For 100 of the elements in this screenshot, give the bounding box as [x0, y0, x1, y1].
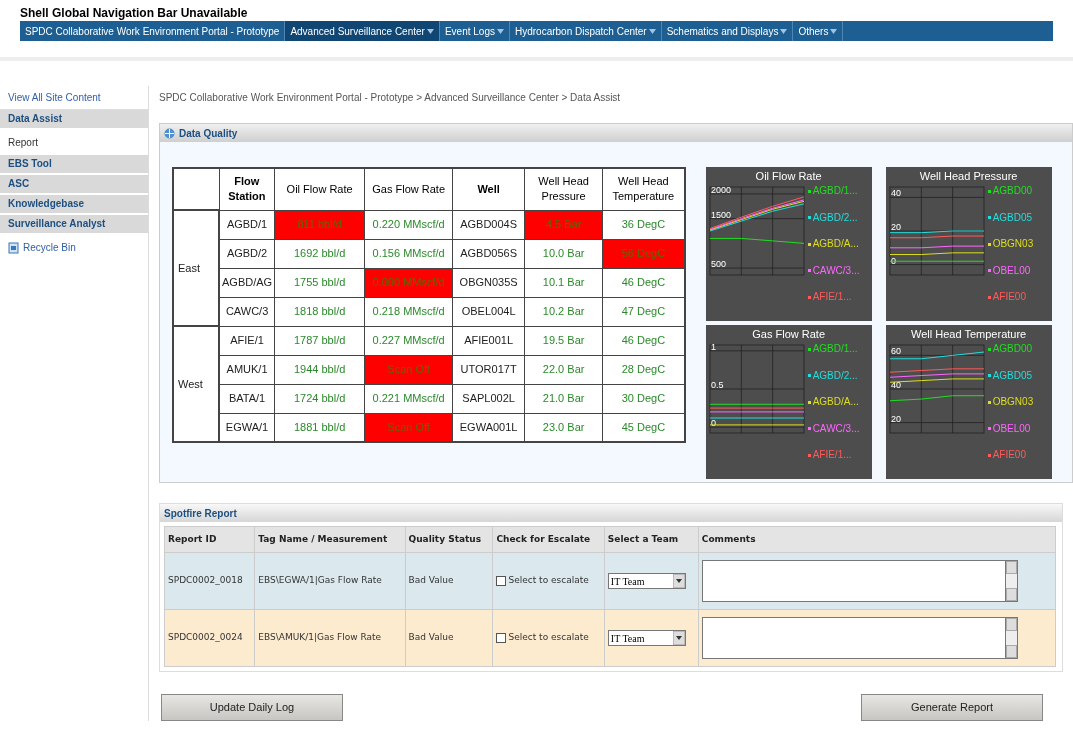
sidebar-heading[interactable]: Surveillance Analyst [0, 215, 148, 235]
column-header: Select a Team [604, 526, 699, 553]
table-cell: 1755 bbl/d [274, 268, 365, 297]
column-header: Check for Escalate [493, 526, 605, 553]
sidebar-item[interactable]: Report [0, 130, 148, 155]
table-cell: AFIE/1 [219, 326, 275, 355]
table-cell: 21.0 Bar [524, 384, 603, 413]
table-cell: 0.227 MMscf/d [364, 326, 453, 355]
comment-field[interactable] [701, 617, 1005, 659]
legend-marker-icon [807, 269, 811, 272]
legend-marker-icon [807, 453, 811, 457]
table-cell: 47 DegC [602, 297, 685, 326]
table-cell: 56 DegC [602, 239, 685, 268]
table-cell: 0.220 MMscf/d [364, 210, 453, 239]
checkbox[interactable] [496, 576, 507, 586]
table-cell: AMUK/1 [219, 355, 275, 384]
table-cell: BATA/1 [219, 384, 275, 413]
legend-label: AGBD/1... [812, 185, 858, 197]
y-tick-label: 1500 [710, 209, 731, 220]
legend-label: OBEL00 [992, 264, 1031, 277]
chart-title: Well Head Pressure [918, 169, 1019, 183]
legend-marker-icon [987, 216, 991, 219]
action-button[interactable]: Generate Report [861, 694, 1043, 721]
sidebar-heading[interactable]: Data Assist [0, 110, 148, 130]
panel-title: Spotfire Report [164, 506, 237, 521]
legend-marker-icon [807, 242, 811, 246]
table-cell: EBS\EGWA/1|Gas Flow Rate [254, 552, 406, 610]
table-cell: 1724 bbl/d [274, 384, 365, 413]
table-cell: SPDC0002_0018 [164, 552, 255, 610]
table-cell: OBEL004L [452, 297, 525, 326]
table-cell: SPDC0002_0024 [164, 609, 255, 667]
team-select[interactable]: IT Team [607, 573, 686, 589]
breadcrumb: SPDC Collaborative Work Environment Portal - Prototype > Advanced Surveillance Center > Data Assist [159, 91, 622, 105]
region-cell: East [173, 210, 219, 326]
legend-label: AGBD/A... [812, 238, 859, 250]
legend-label: AGBD/2... [812, 211, 858, 224]
legend-marker-icon [807, 400, 811, 404]
chart-title: Well Head Temperature [910, 327, 1028, 341]
checkbox[interactable] [496, 633, 507, 643]
sidebar-heading[interactable]: ASC [0, 175, 148, 195]
chart-title: Oil Flow Rate [754, 169, 823, 183]
column-header: Oil Flow Rate [274, 168, 365, 210]
legend-marker-icon [807, 295, 811, 299]
table-cell: 1818 bbl/d [274, 297, 365, 326]
legend-label: AFIE00 [992, 291, 1026, 303]
y-tick-label: 500 [710, 259, 726, 270]
legend-label: OBGN03 [992, 238, 1034, 250]
recycle-bin-link[interactable]: Recycle Bin [0, 235, 148, 260]
sidebar-heading[interactable]: EBS Tool [0, 155, 148, 175]
table-cell: AGBD/2 [219, 239, 275, 268]
action-button[interactable]: Update Daily Log [161, 694, 343, 721]
table-cell: 0.000 MMscf/d [364, 268, 453, 297]
table-cell: 10.2 Bar [524, 297, 603, 326]
table-cell: 46 DegC [602, 326, 685, 355]
table-cell: 36 DegC [602, 210, 685, 239]
legend-label: AFIE/1... [812, 291, 852, 303]
legend-marker-icon [987, 295, 991, 299]
table-cell: 10.0 Bar [524, 239, 603, 268]
table-cell: Bad Value [405, 609, 493, 667]
legend-marker-icon [807, 189, 811, 193]
table-cell: 1881 bbl/d [274, 413, 365, 442]
team-select[interactable]: IT Team [607, 630, 686, 646]
column-header: Tag Name / Measurement [254, 526, 406, 553]
caret-icon [496, 28, 504, 34]
checkbox-label: Select to escalate [508, 631, 589, 645]
column-header: Well [452, 168, 525, 210]
legend-label: CAWC/3... [812, 422, 860, 435]
scrollbar-drawing [1004, 560, 1018, 602]
legend-marker-icon [987, 269, 991, 272]
y-tick-label: 40 [890, 380, 901, 390]
comment-field[interactable] [701, 560, 1005, 602]
legend-label: OBEL00 [992, 422, 1031, 435]
table-cell: CAWC/3 [219, 297, 275, 326]
sidebar-heading[interactable]: Knowledgebase [0, 195, 148, 215]
legend-label: AFIE/1... [812, 449, 852, 461]
dropdown-arrow-icon [672, 631, 685, 645]
table-cell: 23.0 Bar [524, 413, 603, 442]
table-cell: 1692 bbl/d [274, 239, 365, 268]
table-cell: 45 DegC [602, 413, 685, 442]
page-title: Shell Global Navigation Bar Unavailable [20, 6, 249, 20]
table-cell: AGBD004S [452, 210, 525, 239]
caret-icon [426, 28, 434, 34]
table-cell: Scan Off [364, 413, 453, 442]
legend-label: AFIE00 [992, 449, 1026, 461]
table-cell: 46 DegC [602, 268, 685, 297]
table-cell: AGBD/1 [219, 210, 275, 239]
y-tick-label: 1 [710, 341, 716, 352]
legend-label: AGBD05 [992, 211, 1033, 224]
dropdown-arrow-icon [672, 574, 685, 588]
legend-marker-icon [807, 216, 811, 219]
table-cell: 0.156 MMscf/d [364, 239, 453, 268]
column-header: Gas Flow Rate [364, 168, 453, 210]
table-cell: AGBD056S [452, 239, 525, 268]
caret-icon [648, 28, 656, 34]
legend-marker-icon [807, 374, 811, 377]
recycle-bin-icon [8, 241, 19, 254]
nav-tab[interactable]: Advanced Surveillance Center [285, 21, 440, 41]
panel-title: Data Quality [179, 126, 238, 141]
column-header: Well Head Pressure [524, 168, 603, 210]
caret-icon [780, 28, 788, 34]
